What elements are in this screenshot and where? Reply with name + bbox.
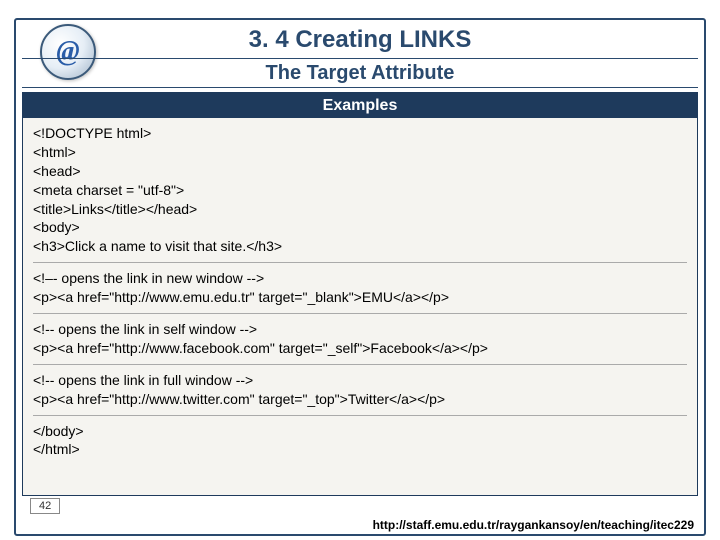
code-comment: <!–- opens the link in new window -->	[33, 269, 687, 288]
code-line: <p><a href="http://www.emu.edu.tr" targe…	[33, 288, 687, 307]
slide-title: 3. 4 Creating LINKS	[0, 26, 720, 54]
code-line: <h3>Click a name to visit that site.</h3…	[33, 237, 687, 256]
divider	[33, 262, 687, 263]
slide-subtitle: The Target Attribute	[22, 58, 698, 88]
code-comment: <!-- opens the link in self window -->	[33, 320, 687, 339]
code-line: </body>	[33, 422, 687, 441]
slide: @ 3. 4 Creating LINKS The Target Attribu…	[0, 0, 720, 540]
code-line: <!DOCTYPE html>	[33, 124, 687, 143]
code-line: </html>	[33, 440, 687, 459]
code-line: <meta charset = "utf-8">	[33, 181, 687, 200]
code-comment: <!-- opens the link in full window -->	[33, 371, 687, 390]
page-number: 42	[30, 498, 60, 514]
code-line: <title>Links</title></head>	[33, 200, 687, 219]
divider	[33, 313, 687, 314]
divider	[33, 364, 687, 365]
footer-url: http://staff.emu.edu.tr/raygankansoy/en/…	[373, 518, 694, 532]
divider	[33, 415, 687, 416]
code-line: <head>	[33, 162, 687, 181]
examples-header: Examples	[22, 92, 698, 118]
code-line: <body>	[33, 218, 687, 237]
code-line: <p><a href="http://www.facebook.com" tar…	[33, 339, 687, 358]
code-line: <html>	[33, 143, 687, 162]
code-line: <p><a href="http://www.twitter.com" targ…	[33, 390, 687, 409]
code-example: <!DOCTYPE html> <html> <head> <meta char…	[22, 118, 698, 496]
